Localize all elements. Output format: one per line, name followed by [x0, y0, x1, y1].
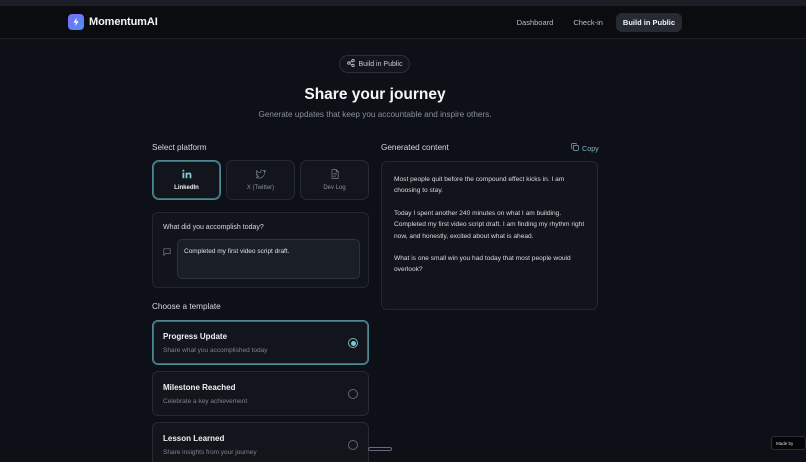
document-icon — [330, 169, 340, 181]
accomplish-card: What did you accomplish today? Completed… — [152, 212, 369, 288]
template-progress-update[interactable]: Progress Update Share what you accomplis… — [152, 320, 369, 365]
top-navbar: MomentumAI Dashboard Check-in Build in P… — [0, 6, 806, 39]
message-icon — [163, 243, 171, 261]
logo-bolt-icon — [68, 14, 84, 30]
generated-paragraph: Today I spent another 240 minutes on wha… — [394, 209, 585, 240]
platform-twitter[interactable]: X (Twitter) — [226, 160, 295, 200]
choose-template-label: Choose a template — [152, 302, 221, 311]
linkedin-icon — [181, 169, 192, 181]
template-lesson-learned[interactable]: Lesson Learned Share insights from your … — [152, 422, 369, 462]
platform-twitter-label: X (Twitter) — [246, 185, 275, 191]
generated-paragraph: Most people quit before the compound eff… — [394, 176, 565, 195]
app-name: MomentumAI — [89, 16, 158, 28]
generated-paragraph: What is one small win you had today that… — [394, 255, 571, 274]
nav-build-in-public[interactable]: Build in Public — [615, 13, 682, 32]
template-title: Lesson Learned — [163, 434, 225, 443]
main-nav: Dashboard Check-in Build in Public — [510, 13, 682, 32]
template-desc: Share what you accomplished today — [163, 347, 268, 354]
generated-content-label: Generated content — [381, 143, 449, 152]
template-desc: Share insights from your journey — [163, 449, 257, 456]
copy-label: Copy — [582, 143, 599, 153]
copy-button[interactable]: Copy — [571, 143, 599, 153]
template-radio-checked[interactable] — [348, 338, 358, 348]
platform-linkedin-label: LinkedIn — [174, 185, 199, 191]
scroll-indicator[interactable] — [368, 447, 392, 451]
template-title: Progress Update — [163, 332, 228, 341]
platform-linkedin[interactable]: LinkedIn — [152, 160, 221, 200]
badge-label: Build in Public — [358, 60, 403, 68]
nav-dashboard[interactable]: Dashboard — [510, 13, 561, 32]
select-platform-label: Select platform — [152, 143, 207, 152]
accomplish-textarea[interactable]: Completed my first video script draft. — [177, 239, 360, 279]
made-by-badge[interactable]: Made by — [771, 436, 806, 450]
platform-devlog[interactable]: Dev Log — [300, 160, 369, 200]
nav-check-in[interactable]: Check-in — [566, 13, 610, 32]
made-by-label: Made by — [776, 440, 794, 446]
build-in-public-badge: Build in Public — [339, 55, 410, 73]
page-subtitle: Generate updates that keep you accountab… — [258, 110, 492, 119]
template-desc: Celebrate a key achievement — [163, 398, 248, 405]
template-radio[interactable] — [348, 440, 358, 450]
copy-icon — [571, 143, 579, 153]
platform-devlog-label: Dev Log — [323, 185, 346, 191]
template-title: Milestone Reached — [163, 383, 236, 392]
template-radio[interactable] — [348, 389, 358, 399]
share-icon — [346, 58, 355, 69]
twitter-icon — [254, 169, 266, 181]
template-milestone-reached[interactable]: Milestone Reached Celebrate a key achiev… — [152, 371, 369, 416]
logo[interactable]: MomentumAI — [68, 14, 158, 30]
page-title: Share your journey — [304, 86, 446, 103]
generated-content-box[interactable]: Most people quit before the compound eff… — [381, 161, 598, 310]
accomplish-label: What did you accomplish today? — [163, 224, 264, 231]
